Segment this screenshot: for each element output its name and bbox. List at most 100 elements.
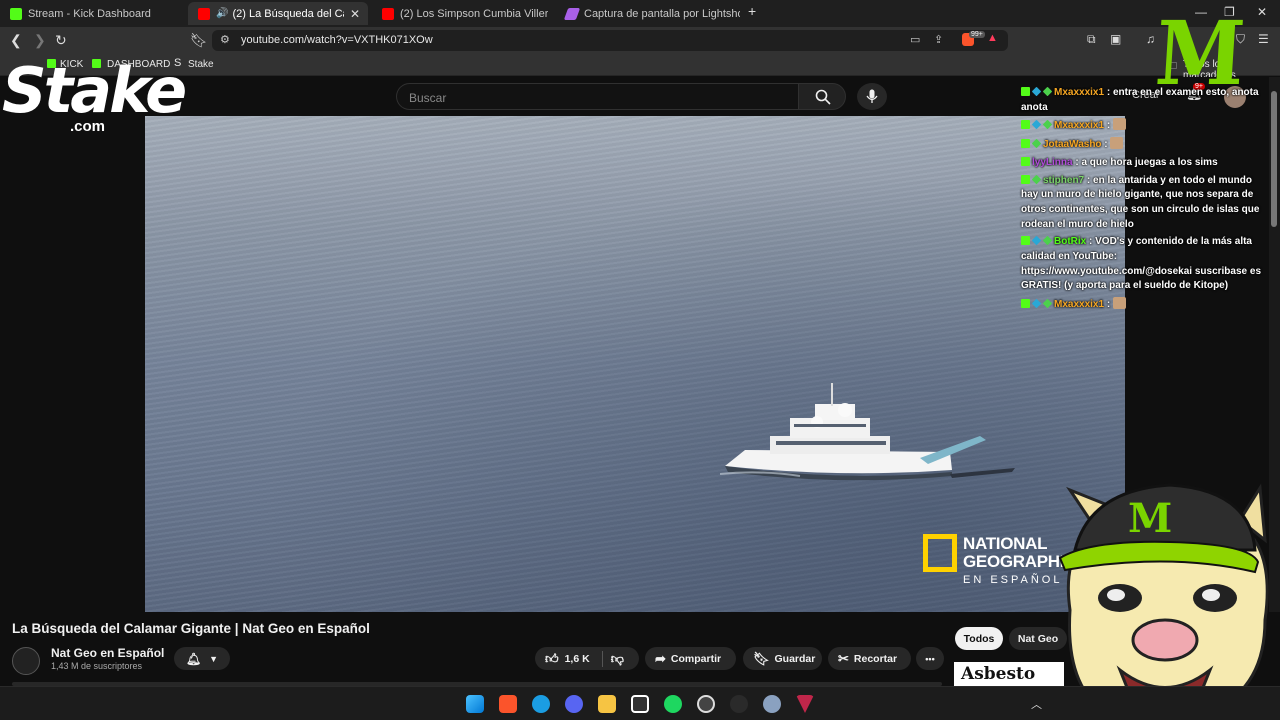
video-player[interactable]: NATIONAL GEOGRAPHIC EN ESPAÑOL bbox=[145, 116, 1125, 612]
chat-username[interactable]: JotaaWasho bbox=[1043, 139, 1102, 150]
spotify-icon[interactable] bbox=[664, 695, 682, 713]
chevron-up-icon[interactable]: ︿ bbox=[1031, 696, 1042, 712]
stream-chat-overlay: Mxaxxxix1 : entra en el examen esto, ano… bbox=[1021, 86, 1261, 316]
tab-title: (2) La Búsqueda del Calamar Gigante bbox=[232, 7, 344, 20]
kick-badge-icon bbox=[1021, 87, 1030, 96]
search-button[interactable] bbox=[798, 83, 846, 110]
kick-badge-icon bbox=[1021, 156, 1030, 166]
chat-username[interactable]: BotRix bbox=[1054, 236, 1086, 247]
bookmarks-bar: KICK DASHBOARD S Stake 🗀 Todos los marca… bbox=[0, 54, 1280, 81]
notifications-button[interactable]: 🔔︎ ▼ bbox=[174, 647, 230, 670]
close-tab-icon[interactable]: ✕ bbox=[350, 7, 360, 21]
tab-youtube-calamar[interactable]: 🔊 (2) La Búsqueda del Calamar Gigante ✕ bbox=[188, 2, 368, 25]
chip-todos[interactable]: Todos bbox=[955, 627, 1003, 650]
like-icon[interactable]: 👍︎ bbox=[545, 651, 559, 667]
tab-title: Captura de pantalla por Lightshot bbox=[584, 7, 740, 20]
asbesto-text: Asbesto bbox=[961, 664, 1036, 684]
gift-badge-icon bbox=[1042, 298, 1053, 309]
file-explorer-icon[interactable] bbox=[598, 695, 616, 713]
scissors-icon: ✂ bbox=[838, 650, 849, 666]
brave-rewards-icon[interactable]: ▲ bbox=[987, 32, 998, 44]
app-triangle-icon[interactable] bbox=[796, 695, 814, 713]
chat-username[interactable]: Mxaxxxix1 bbox=[1054, 87, 1104, 98]
windows-start-icon[interactable] bbox=[466, 695, 484, 713]
kick-badge-icon bbox=[1021, 174, 1030, 184]
youtube-icon bbox=[198, 7, 210, 20]
chat-separator: : bbox=[1101, 139, 1111, 151]
share-arrow-icon: ➦ bbox=[655, 650, 666, 666]
chat-username[interactable]: stiphen7 bbox=[1043, 175, 1084, 186]
browser-toolbar: ❮ ❯ ↻ 🔖︎ ⚙︎ youtube.com/watch?v=VXTHK071… bbox=[0, 27, 1280, 54]
stake-logo-overlay: Stake .com bbox=[0, 54, 187, 138]
chat-message: JotaaWasho : bbox=[1021, 137, 1261, 153]
back-icon[interactable]: ❮ bbox=[10, 32, 22, 49]
chat-username[interactable]: lyyLinna bbox=[1032, 157, 1073, 168]
subscriber-badge-icon bbox=[1031, 298, 1042, 309]
scrollbar-thumb[interactable] bbox=[1271, 91, 1277, 227]
media-app-icon[interactable] bbox=[631, 695, 649, 713]
stake-logo-sub: .com bbox=[70, 118, 106, 135]
kick-badge-icon bbox=[1021, 299, 1030, 309]
chat-username[interactable]: Mxaxxxix1 bbox=[1054, 120, 1104, 131]
subscriber-badge-icon bbox=[1031, 86, 1042, 97]
bookmark-stake[interactable]: Stake bbox=[188, 59, 214, 70]
brave-icon[interactable] bbox=[499, 695, 517, 713]
forward-icon[interactable]: ❯ bbox=[34, 32, 46, 49]
subscriber-count: 1,43 M de suscriptores bbox=[51, 661, 143, 671]
url-text[interactable]: youtube.com/watch?v=VXTHK071XOw bbox=[241, 34, 433, 46]
bookmark-icon: 🔖︎ bbox=[753, 650, 770, 666]
chat-username[interactable]: Mxaxxxix1 bbox=[1054, 299, 1104, 310]
address-bar[interactable]: ⚙︎ youtube.com/watch?v=VXTHK071XOw ▭ ⇪ 9… bbox=[212, 30, 1008, 51]
chat-message: Mxaxxxix1 : bbox=[1021, 118, 1261, 134]
chat-message: BotRix : VOD's y contenido de la más alt… bbox=[1021, 235, 1261, 294]
site-info-icon[interactable]: ⚙︎ bbox=[220, 33, 230, 46]
gift-badge-icon bbox=[1042, 236, 1053, 246]
reload-icon[interactable]: ↻ bbox=[55, 32, 67, 49]
cat-mascot-overlay: M bbox=[1058, 483, 1269, 717]
chat-message: Mxaxxxix1 : bbox=[1021, 297, 1261, 313]
screenshot-icon[interactable]: ▣ bbox=[1110, 32, 1121, 46]
chat-separator: : bbox=[1104, 299, 1113, 311]
close-window-icon[interactable]: ✕ bbox=[1257, 5, 1267, 19]
share-icon[interactable]: ⇪ bbox=[934, 33, 943, 46]
chat-message: lyyLinna : a que hora juegas a los sims bbox=[1021, 156, 1261, 171]
discord-icon[interactable] bbox=[565, 695, 583, 713]
new-tab-button[interactable]: + bbox=[748, 3, 756, 19]
share-label: Compartir bbox=[670, 652, 722, 665]
monster-energy-logo: M bbox=[1153, 1, 1248, 104]
chat-emote-icon bbox=[1110, 137, 1124, 150]
kick-badge-icon bbox=[1021, 120, 1030, 130]
music-icon[interactable]: ♫ bbox=[1146, 32, 1155, 46]
app-icon[interactable] bbox=[730, 695, 748, 713]
clip-button[interactable]: ✂ Recortar bbox=[828, 647, 911, 670]
save-button[interactable]: 🔖︎ Guardar bbox=[743, 647, 822, 670]
share-button[interactable]: ➦ Compartir bbox=[645, 647, 736, 670]
subscriber-badge-icon bbox=[1031, 236, 1042, 246]
bookmark-icon[interactable]: 🔖︎ bbox=[190, 32, 208, 49]
save-label: Guardar bbox=[774, 652, 816, 665]
extensions-icon[interactable]: ⧉ bbox=[1087, 32, 1096, 47]
tab-lightshot[interactable]: Captura de pantalla por Lightshot bbox=[556, 2, 740, 25]
like-count[interactable]: 1,6 K bbox=[565, 653, 590, 665]
dislike-icon[interactable]: 👎︎ bbox=[611, 651, 624, 667]
browser-tab-strip: Stream - Kick Dashboard 🔊 (2) La Búsqued… bbox=[0, 0, 1280, 27]
gift-badge-icon bbox=[1031, 174, 1042, 184]
more-actions-button[interactable]: ••• bbox=[916, 647, 944, 670]
divider bbox=[601, 650, 603, 667]
obs-icon[interactable] bbox=[697, 695, 715, 713]
tab-youtube-simpson[interactable]: (2) Los Simpson Cumbia Villera El Prínci… bbox=[372, 2, 552, 25]
voice-search-button[interactable] bbox=[857, 83, 887, 110]
video-title: La Búsqueda del Calamar Gigante | Nat Ge… bbox=[12, 621, 370, 636]
asbesto-overlay: Asbesto bbox=[954, 662, 1064, 686]
tab-kick-dashboard[interactable]: Stream - Kick Dashboard bbox=[0, 2, 186, 25]
settings-icon[interactable] bbox=[763, 695, 781, 713]
menu-icon[interactable]: ☰ bbox=[1258, 32, 1269, 46]
search-input[interactable]: Buscar bbox=[396, 83, 799, 110]
cast-icon[interactable]: ▭ bbox=[910, 33, 920, 46]
shield-badge: 99+ bbox=[969, 31, 985, 38]
edge-icon[interactable] bbox=[532, 695, 550, 713]
kick-icon bbox=[10, 7, 22, 20]
channel-name[interactable]: Nat Geo en Español bbox=[51, 646, 164, 660]
channel-avatar[interactable] bbox=[12, 647, 40, 675]
stake-logo: Stake bbox=[2, 54, 187, 127]
